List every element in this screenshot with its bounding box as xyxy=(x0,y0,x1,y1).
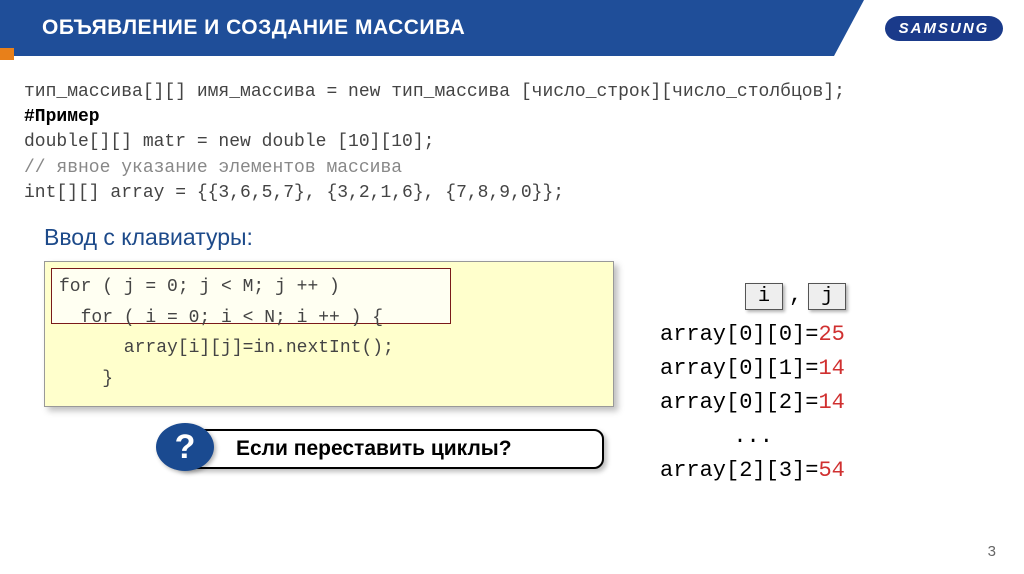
accent-bar xyxy=(0,48,14,60)
arr-left: array[0][1]= xyxy=(660,356,818,381)
code-line-3: array[i][j]=in.nextInt(); xyxy=(59,333,599,364)
output-row: array[0][0]=25 xyxy=(660,318,846,352)
keyboard-title: Ввод с клавиатуры: xyxy=(44,224,1000,251)
badge-j: j xyxy=(808,283,846,310)
arr-left: array[0][0]= xyxy=(660,322,818,347)
slide-header: ОБЪЯВЛЕНИЕ И СОЗДАНИЕ МАССИВА SAMSUNG xyxy=(0,0,1024,56)
arr-val: 25 xyxy=(818,322,844,347)
question-box: ? Если переставить циклы? xyxy=(174,429,604,469)
slide-content: тип_массива[][] имя_массива = new тип_ма… xyxy=(0,56,1024,469)
slide-title: ОБЪЯВЛЕНИЕ И СОЗДАНИЕ МАССИВА xyxy=(42,16,465,40)
output-column: i,j array[0][0]=25 array[0][1]=14 array[… xyxy=(660,283,846,488)
code-line-4: } xyxy=(59,364,599,395)
samsung-logo: SAMSUNG xyxy=(885,16,1004,41)
output-row: ... xyxy=(660,420,846,454)
code-snippet: for ( j = 0; j < M; j ++ ) for ( i = 0; … xyxy=(44,261,614,407)
output-row: array[0][1]=14 xyxy=(660,352,846,386)
keyboard-input-section: Ввод с клавиатуры: for ( j = 0; j < M; j… xyxy=(44,224,1000,469)
badge-i: i xyxy=(745,283,783,310)
output-row: array[2][3]=54 xyxy=(660,454,846,488)
example-code: double[][] matr = new double [10][10]; xyxy=(24,130,1000,155)
arr-left: ... xyxy=(733,424,773,449)
output-row: array[0][2]=14 xyxy=(660,386,846,420)
comment-line: // явное указание элементов массива xyxy=(24,156,1000,181)
logo-container: SAMSUNG xyxy=(864,0,1024,56)
question-text: Если переставить циклы? xyxy=(174,429,604,469)
code-line-2: for ( i = 0; i < N; i ++ ) { xyxy=(59,303,599,334)
arr-val: 14 xyxy=(818,356,844,381)
page-number: 3 xyxy=(988,543,996,560)
index-badges: i,j xyxy=(745,283,846,310)
example-label: #Пример xyxy=(24,105,1000,130)
syntax-block: тип_массива[][] имя_массива = new тип_ма… xyxy=(24,80,1000,206)
question-mark-icon: ? xyxy=(156,423,214,471)
arr-left: array[2][3]= xyxy=(660,458,818,483)
code-line-1: for ( j = 0; j < M; j ++ ) xyxy=(59,272,599,303)
arr-left: array[0][2]= xyxy=(660,390,818,415)
init-code: int[][] array = {{3,6,5,7}, {3,2,1,6}, {… xyxy=(24,181,1000,206)
arr-val: 54 xyxy=(818,458,844,483)
badge-sep: , xyxy=(789,283,802,308)
syntax-line: тип_массива[][] имя_массива = new тип_ма… xyxy=(24,80,1000,105)
arr-val: 14 xyxy=(818,390,844,415)
